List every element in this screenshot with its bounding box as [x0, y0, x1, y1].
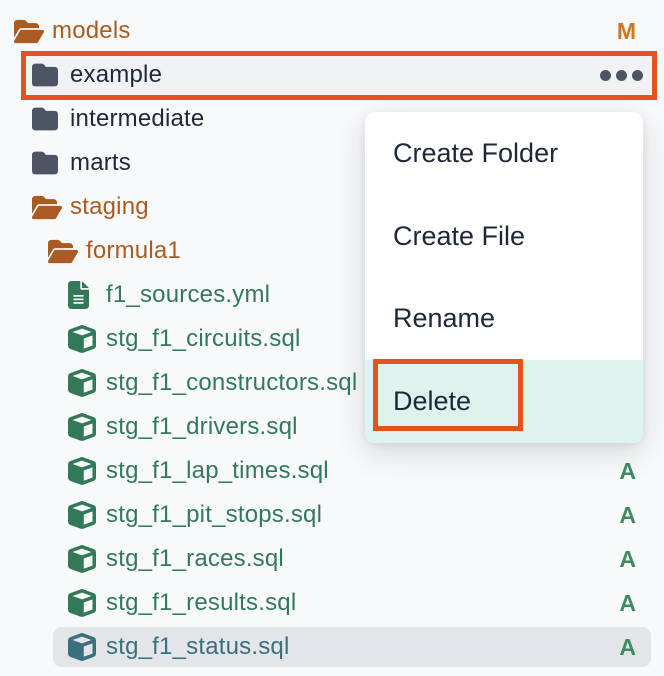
file-explorer-panel: models Mexample intermediate marts staging fo… [0, 0, 664, 676]
folder-icon [32, 150, 64, 176]
tree-item-label: stg_f1_lap_times.sql [106, 457, 329, 485]
tree-item-label: staging [70, 193, 149, 221]
cube-icon [68, 545, 100, 573]
git-status-badge: A [619, 502, 636, 529]
cube-icon [68, 369, 100, 397]
git-status-badge: A [619, 546, 636, 573]
tree-row-stg_f1_pit_stops.sql[interactable]: stg_f1_pit_stops.sql A [0, 493, 664, 537]
folder-open-icon [32, 194, 64, 221]
folder-open-icon [48, 238, 80, 265]
tree-row-stg_f1_races.sql[interactable]: stg_f1_races.sql A [0, 537, 664, 581]
tree-item-label: stg_f1_drivers.sql [106, 413, 298, 441]
tree-row-stg_f1_status.sql[interactable]: stg_f1_status.sql A [0, 625, 664, 669]
cube-icon [68, 457, 100, 485]
file-lines-icon [68, 281, 100, 309]
tree-row-stg_f1_results.sql[interactable]: stg_f1_results.sql A [0, 581, 664, 625]
tree-item-label: f1_sources.yml [106, 281, 270, 309]
git-status-badge: A [619, 458, 636, 485]
tree-item-label: example [70, 61, 162, 89]
tree-row-example[interactable]: example [0, 53, 664, 97]
git-status-badge: A [619, 634, 636, 661]
folder-open-icon [14, 18, 46, 45]
tree-row-models[interactable]: models M [0, 9, 664, 53]
tree-item-label: stg_f1_results.sql [106, 589, 296, 617]
menu-item-rename[interactable]: Rename [365, 278, 643, 361]
tree-item-label: stg_f1_circuits.sql [106, 325, 301, 353]
tree-item-label: stg_f1_races.sql [106, 545, 284, 573]
tree-item-label: marts [70, 149, 131, 177]
cube-icon [68, 633, 100, 661]
ellipsis-menu-icon[interactable] [600, 70, 643, 81]
menu-item-create-file[interactable]: Create File [365, 195, 643, 278]
tree-item-label: stg_f1_pit_stops.sql [106, 501, 322, 529]
cube-icon [68, 413, 100, 441]
cube-icon [68, 501, 100, 529]
folder-icon [32, 62, 64, 88]
tree-row-stg_f1_lap_times.sql[interactable]: stg_f1_lap_times.sql A [0, 449, 664, 493]
tree-item-label: stg_f1_constructors.sql [106, 369, 357, 397]
menu-item-label: Delete [393, 386, 471, 417]
menu-item-label: Create Folder [393, 138, 558, 169]
menu-item-label: Rename [393, 303, 495, 334]
context-menu: Create Folder Create File Rename Delete [365, 112, 643, 443]
tree-item-label: intermediate [70, 105, 204, 133]
git-status-badge: M [617, 18, 636, 45]
cube-icon [68, 589, 100, 617]
tree-item-label: formula1 [86, 237, 181, 265]
menu-item-delete[interactable]: Delete [365, 360, 643, 443]
tree-item-label: stg_f1_status.sql [106, 633, 290, 661]
git-status-badge: A [619, 590, 636, 617]
menu-item-label: Create File [393, 221, 525, 252]
folder-icon [32, 106, 64, 132]
menu-item-create-folder[interactable]: Create Folder [365, 112, 643, 195]
tree-item-label: models [52, 17, 131, 45]
cube-icon [68, 325, 100, 353]
